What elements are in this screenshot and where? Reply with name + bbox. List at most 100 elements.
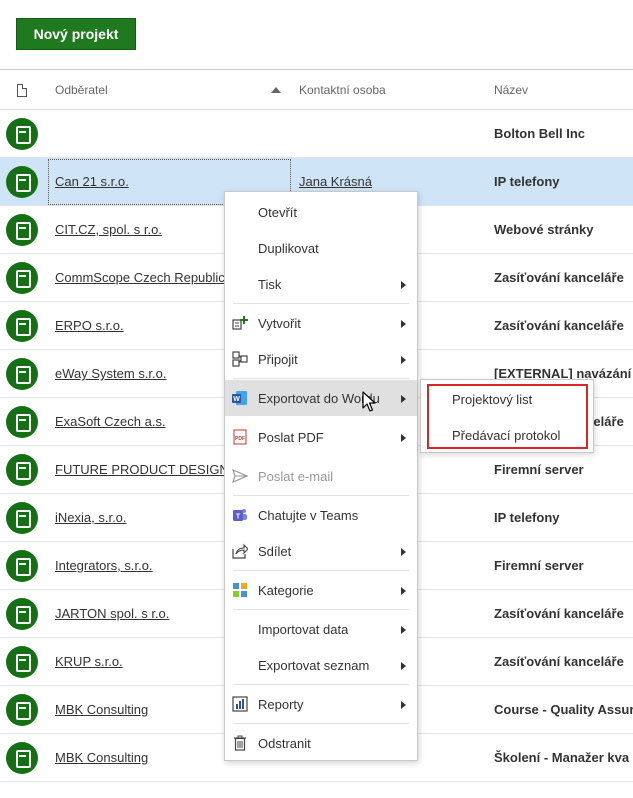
- submenu-arrow-icon: [401, 320, 406, 328]
- menu-item-export-list[interactable]: Exportovat seznam: [225, 647, 417, 683]
- project-name: Zasíťování kanceláře: [494, 654, 624, 669]
- customer-link[interactable]: Can 21 s.r.o.: [55, 174, 129, 189]
- project-icon[interactable]: [6, 166, 38, 198]
- submenu-arrow-icon: [401, 662, 406, 670]
- menu-item-import-data[interactable]: Importovat data: [225, 611, 417, 647]
- word-icon: W: [232, 391, 247, 405]
- menu-separator: [233, 570, 409, 571]
- menu-separator: [233, 684, 409, 685]
- customer-link[interactable]: CommScope Czech Republic: [55, 270, 225, 285]
- project-icon[interactable]: [6, 550, 38, 582]
- project-name: Webové stránky: [494, 222, 594, 237]
- project-icon[interactable]: [6, 598, 38, 630]
- create-icon: [232, 316, 248, 330]
- menu-item-open[interactable]: Otevřít: [225, 194, 417, 230]
- menu-item-category[interactable]: Kategorie: [225, 572, 417, 608]
- submenu-arrow-icon: [401, 701, 406, 709]
- menu-item-export-word[interactable]: W Exportovat do Wordu: [225, 380, 417, 416]
- mouse-cursor-icon: [362, 391, 376, 412]
- menu-separator: [233, 303, 409, 304]
- project-name: Školení - Manažer kva: [494, 750, 630, 765]
- svg-text:T: T: [236, 514, 241, 521]
- table-row[interactable]: Bolton Bell Inc: [0, 110, 633, 158]
- menu-item-label: Poslat e-mail: [258, 469, 334, 484]
- customer-link[interactable]: FUTURE PRODUCT DESIGN: [55, 462, 229, 477]
- project-name: Bolton Bell Inc: [494, 126, 585, 141]
- column-header-customer[interactable]: Odběratel: [55, 83, 108, 97]
- project-name: Zasíťování kanceláře: [494, 270, 624, 285]
- customer-link[interactable]: MBK Consulting: [55, 750, 148, 765]
- project-icon[interactable]: [6, 694, 38, 726]
- submenu-arrow-icon: [401, 434, 406, 442]
- document-icon: [17, 84, 27, 97]
- menu-separator: [233, 609, 409, 610]
- trash-icon: [234, 735, 246, 751]
- project-icon[interactable]: [6, 406, 38, 438]
- menu-item-label: Otevřít: [258, 205, 298, 220]
- menu-item-label: Připojit: [258, 352, 298, 367]
- project-icon[interactable]: [6, 310, 38, 342]
- menu-item-create[interactable]: Vytvořit: [225, 305, 417, 341]
- submenu-arrow-icon: [401, 395, 406, 403]
- customer-link[interactable]: CIT.CZ, spol. s r.o.: [55, 222, 162, 237]
- project-name: Course - Quality Assur: [494, 702, 633, 717]
- project-icon[interactable]: [6, 214, 38, 246]
- project-icon[interactable]: [6, 502, 38, 534]
- menu-item-attach[interactable]: Připojit: [225, 341, 417, 377]
- new-project-button[interactable]: Nový projekt: [16, 18, 136, 50]
- menu-item-label: Odstranit: [258, 736, 311, 751]
- column-header-contact[interactable]: Kontaktní osoba: [299, 83, 386, 97]
- submenu-item-project-sheet[interactable]: Projektový list: [452, 392, 532, 407]
- project-name: IP telefony: [494, 174, 560, 189]
- teams-icon: T: [233, 509, 247, 521]
- menu-item-reports[interactable]: Reporty: [225, 686, 417, 722]
- pdf-icon: PDF: [233, 429, 247, 445]
- project-icon[interactable]: [6, 742, 38, 774]
- category-icon: [233, 583, 247, 597]
- menu-item-label: Kategorie: [258, 583, 314, 598]
- project-icon[interactable]: [6, 262, 38, 294]
- submenu-item-handover-protocol[interactable]: Předávací protokol: [452, 428, 560, 443]
- project-icon[interactable]: [6, 454, 38, 486]
- menu-item-delete[interactable]: Odstranit: [225, 725, 417, 761]
- project-name: IP telefony: [494, 510, 560, 525]
- customer-link[interactable]: eWay System s.r.o.: [55, 366, 167, 381]
- svg-text:PDF: PDF: [235, 436, 245, 442]
- customer-link[interactable]: Integrators, s.r.o.: [55, 558, 153, 573]
- column-header-name[interactable]: Název: [494, 83, 528, 97]
- menu-separator: [233, 723, 409, 724]
- svg-text:W: W: [233, 396, 240, 403]
- menu-item-send-email: Poslat e-mail: [225, 458, 417, 494]
- menu-item-label: Sdílet: [258, 544, 292, 559]
- menu-item-send-pdf[interactable]: PDF Poslat PDF: [225, 419, 417, 455]
- menu-item-share[interactable]: Sdílet: [225, 533, 417, 569]
- menu-separator: [233, 378, 409, 379]
- menu-item-label: Duplikovat: [258, 241, 319, 256]
- sort-ascending-icon[interactable]: [271, 87, 281, 93]
- menu-item-label: Exportovat seznam: [258, 658, 370, 673]
- project-icon[interactable]: [6, 118, 38, 150]
- menu-item-print[interactable]: Tisk: [225, 266, 417, 302]
- menu-item-label: Reporty: [258, 697, 304, 712]
- menu-item-label: Chatujte v Teams: [258, 508, 359, 523]
- customer-link[interactable]: ExaSoft Czech a.s.: [55, 414, 166, 429]
- project-name: Zasíťování kanceláře: [494, 318, 624, 333]
- share-icon: [232, 543, 248, 559]
- menu-item-label: Vytvořit: [258, 316, 301, 331]
- project-icon[interactable]: [6, 358, 38, 390]
- contact-link[interactable]: Jana Krásná: [299, 174, 372, 189]
- project-icon[interactable]: [6, 646, 38, 678]
- menu-item-duplicate[interactable]: Duplikovat: [225, 230, 417, 266]
- submenu-arrow-icon: [401, 548, 406, 556]
- menu-item-teams-chat[interactable]: T Chatujte v Teams: [225, 497, 417, 533]
- customer-link[interactable]: iNexia, s.r.o.: [55, 510, 127, 525]
- attach-icon: [232, 351, 248, 367]
- customer-link[interactable]: KRUP s.r.o.: [55, 654, 123, 669]
- customer-link[interactable]: JARTON spol. s r.o.: [55, 606, 169, 621]
- menu-item-label: Tisk: [258, 277, 282, 292]
- project-name: Firemní server: [494, 462, 584, 477]
- table-header: Odběratel Kontaktní osoba Název: [0, 69, 633, 110]
- send-icon: [232, 468, 248, 484]
- customer-link[interactable]: MBK Consulting: [55, 702, 148, 717]
- customer-link[interactable]: ERPO s.r.o.: [55, 318, 124, 333]
